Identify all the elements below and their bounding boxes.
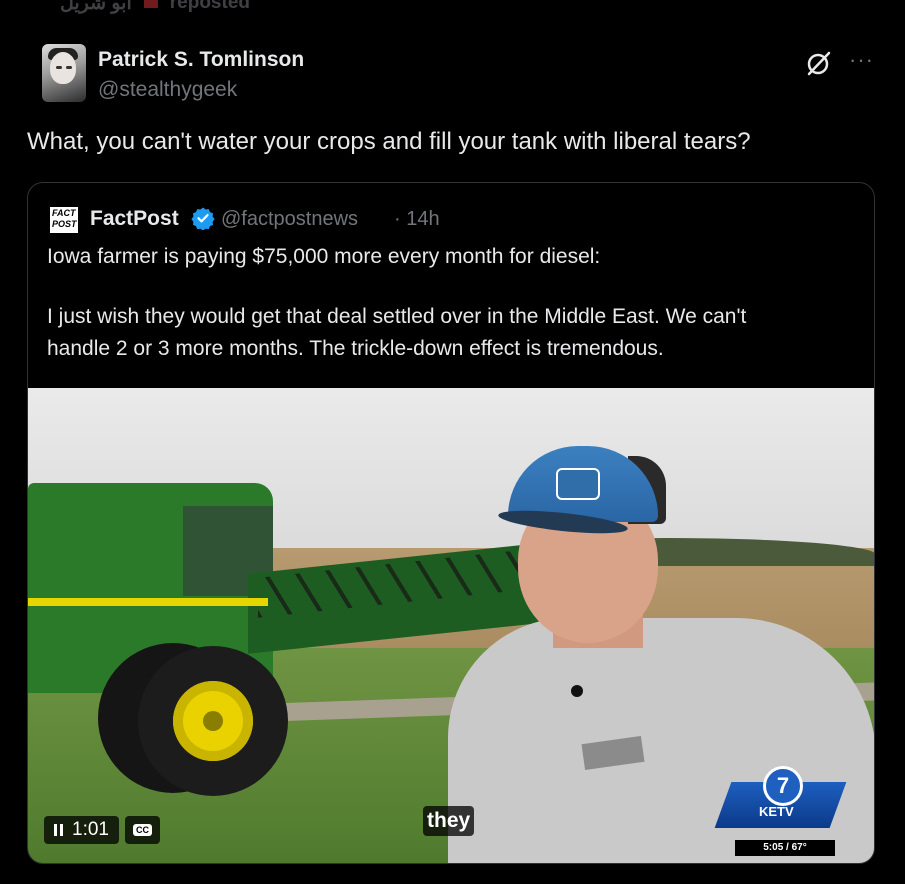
quoted-author-handle[interactable]: @factpostnews (221, 208, 358, 231)
repost-indicator[interactable]: ابو شريل reposted (0, 0, 905, 44)
author-name[interactable]: Patrick S. Tomlinson (98, 48, 304, 72)
station-number: 7 (763, 766, 803, 806)
station-watermark: 7 KETV 5:05 / 67° (714, 766, 851, 856)
cc-icon: CC (132, 824, 152, 836)
post-text: What, you can't water your crops and fil… (27, 128, 751, 155)
quoted-text-line: I just wish they would get that deal set… (47, 305, 747, 328)
grok-icon[interactable] (806, 50, 832, 76)
station-name: KETV (759, 804, 794, 819)
factpost-logo: FACT POST (50, 207, 78, 233)
avatar-face (50, 52, 76, 84)
quoted-post[interactable]: FACT POST FactPost @factpostnews · 14h I… (27, 182, 875, 864)
captions-button[interactable]: CC (124, 816, 160, 844)
repost-user-text: ابو شريل (60, 0, 132, 14)
combine-stripe (28, 598, 268, 606)
station-time-temp: 5:05 / 67° (735, 840, 835, 856)
author-avatar[interactable] (42, 44, 86, 102)
verified-badge-icon (191, 207, 215, 230)
avatar-eye (66, 66, 72, 69)
play-pause-button[interactable]: 1:01 (44, 816, 119, 844)
combine-hub (203, 711, 223, 731)
pause-icon (54, 824, 63, 836)
quoted-author-name[interactable]: FactPost (90, 207, 179, 231)
author-handle[interactable]: @stealthygeek (98, 78, 237, 102)
video-caption: they (423, 806, 475, 836)
quoted-text-line: handle 2 or 3 more months. The trickle-d… (47, 337, 664, 360)
video-time: 1:01 (72, 819, 109, 840)
video-controls: 1:01 CC (44, 816, 160, 844)
more-options-icon[interactable]: ··· (849, 49, 874, 71)
lapel-mic (571, 685, 583, 697)
video-player[interactable]: 1:01 CC they 7 KETV 5:05 / 67° (28, 388, 874, 863)
repost-label: reposted (169, 0, 250, 13)
flag-icon (140, 0, 162, 14)
cap-logo (556, 468, 600, 500)
quoted-post-time[interactable]: · 14h (394, 208, 440, 231)
avatar-eye (56, 66, 62, 69)
quoted-text-line: Iowa farmer is paying $75,000 more every… (47, 245, 601, 268)
